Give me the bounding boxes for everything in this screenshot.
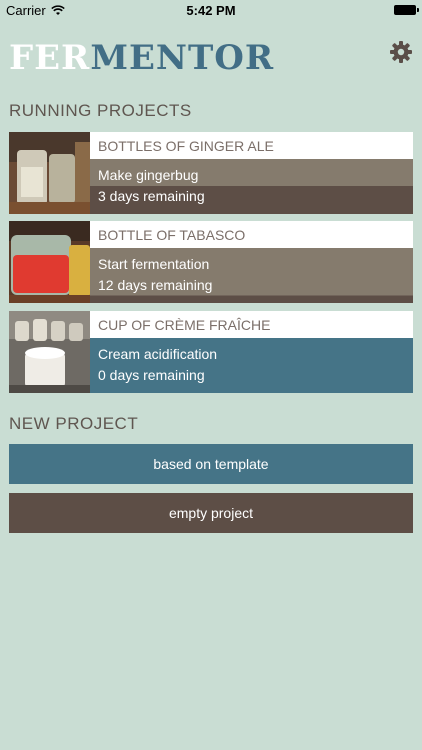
empty-project-button[interactable]: empty project bbox=[9, 493, 413, 533]
project-title: CUP OF CRÈME FRAÎCHE bbox=[90, 311, 413, 338]
project-step: Start fermentation bbox=[98, 256, 210, 272]
running-projects-heading: RUNNING PROJECTS bbox=[9, 101, 192, 120]
battery-icon bbox=[394, 5, 419, 15]
project-status: Make gingerbug 3 days remaining bbox=[90, 159, 413, 214]
project-title: BOTTLE OF TABASCO bbox=[90, 221, 413, 248]
project-photo-ginger-ale bbox=[9, 132, 90, 214]
project-status: Start fermentation 12 days remaining bbox=[90, 248, 413, 303]
project-step: Cream acidification bbox=[98, 346, 218, 362]
project-photo-creme-fraiche bbox=[9, 311, 90, 393]
status-bar: Carrier 5:42 PM bbox=[0, 0, 422, 22]
project-remaining: 12 days remaining bbox=[98, 277, 213, 293]
logo-fer: FER bbox=[9, 38, 91, 78]
based-on-template-button[interactable]: based on template bbox=[9, 444, 413, 484]
new-project-heading: NEW PROJECT bbox=[9, 414, 139, 433]
project-remaining: 0 days remaining bbox=[98, 367, 205, 383]
project-remaining: 3 days remaining bbox=[98, 188, 205, 204]
gear-icon[interactable] bbox=[389, 40, 413, 64]
status-time: 5:42 PM bbox=[186, 3, 236, 18]
project-photo-tabasco bbox=[9, 221, 90, 303]
logo-mentor: MENTOR bbox=[90, 38, 275, 78]
project-card-ginger-ale[interactable]: BOTTLES OF GINGER ALE Make gingerbug 3 d… bbox=[9, 132, 413, 214]
app-logo: FERMENTOR bbox=[9, 38, 274, 78]
project-card-tabasco[interactable]: BOTTLE OF TABASCO Start fermentation 12 … bbox=[9, 221, 413, 303]
project-status: Cream acidification 0 days remaining bbox=[90, 338, 413, 393]
project-title: BOTTLES OF GINGER ALE bbox=[90, 132, 413, 159]
project-step: Make gingerbug bbox=[98, 167, 199, 183]
project-card-creme-fraiche[interactable]: CUP OF CRÈME FRAÎCHE Cream acidification… bbox=[9, 311, 413, 393]
